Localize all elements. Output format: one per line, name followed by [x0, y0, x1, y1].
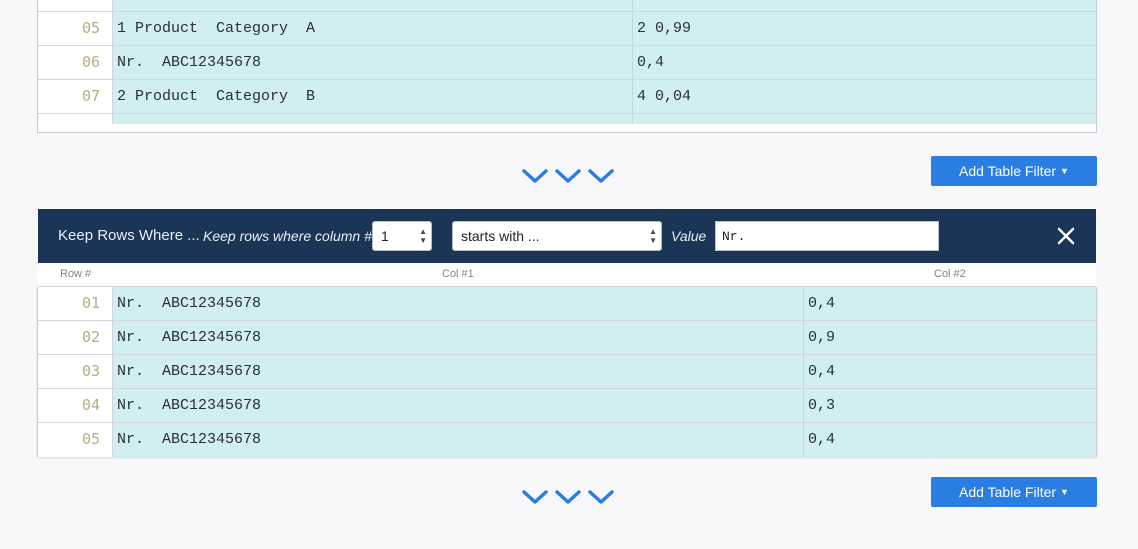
row-number: 06 — [38, 46, 113, 79]
updown-arrows-icon: ▲ ▼ — [419, 227, 427, 245]
add-table-filter-label: Add Table Filter — [959, 163, 1057, 179]
cell-col1[interactable]: Nr. ABC12345678 — [113, 389, 804, 422]
chevron-down-icon[interactable] — [553, 487, 583, 507]
header-col2[interactable]: Col #2 — [934, 268, 966, 280]
chevron-down-icon[interactable] — [586, 166, 616, 186]
row-number: 05 — [38, 423, 113, 457]
operator-select-value: starts with ... — [461, 228, 540, 244]
chevron-down-icon[interactable] — [586, 487, 616, 507]
row-number: 02 — [38, 321, 113, 354]
table-row: 02 Nr. ABC12345678 0,9 — [38, 321, 1096, 355]
cell-col1[interactable]: Nr. ABC12345678 — [113, 321, 804, 354]
cell-col1[interactable]: Nr. ABC12345678 — [113, 355, 804, 388]
expand-chevrons[interactable] — [520, 166, 616, 186]
row-number: 04 — [38, 389, 113, 422]
caret-down-icon: ▼ — [1060, 165, 1069, 176]
operator-select[interactable]: starts with ... ▲ ▼ — [452, 221, 662, 251]
row-number: 03 — [38, 355, 113, 388]
add-table-filter-button[interactable]: Add Table Filter ▼ — [931, 156, 1097, 186]
cell-col1[interactable]: Nr. ABC12345678 — [113, 46, 633, 79]
top-table: 05 1 Product Category A 2 0,99 06 Nr. AB… — [37, 0, 1097, 133]
cell-col2[interactable]: 0,3 — [804, 389, 1096, 422]
cell-col2[interactable]: 2 0,99 — [633, 12, 1096, 45]
column-select[interactable]: 1 ▲ ▼ — [372, 221, 432, 251]
add-table-filter-button[interactable]: Add Table Filter ▼ — [931, 477, 1097, 507]
cell-col2[interactable]: 0,9 — [804, 321, 1096, 354]
cell-col2[interactable]: 0,4 — [804, 423, 1096, 457]
table-row: 06 Nr. ABC12345678 0,4 — [38, 46, 1096, 80]
row-number: 01 — [38, 287, 113, 320]
updown-arrows-icon: ▲ ▼ — [649, 227, 657, 245]
header-row-number: Row # — [60, 268, 92, 280]
add-table-filter-label: Add Table Filter — [959, 484, 1057, 500]
cell-col1[interactable]: 2 Product Category B — [113, 80, 633, 113]
caret-down-icon: ▼ — [1060, 486, 1069, 497]
cell-col1[interactable]: 1 Product Category A — [113, 12, 633, 45]
cell-col1[interactable]: Nr. ABC12345678 — [113, 423, 804, 457]
cell-col2[interactable]: 4 0,04 — [633, 80, 1096, 113]
table-row: 04 Nr. ABC12345678 0,3 — [38, 389, 1096, 423]
filter-title: Keep Rows Where ... — [58, 227, 200, 244]
cell-col2[interactable]: 0,4 — [804, 287, 1096, 320]
chevron-down-icon[interactable] — [520, 487, 550, 507]
chevron-down-icon[interactable] — [553, 166, 583, 186]
cell-col2[interactable]: 0,4 — [804, 355, 1096, 388]
table-row: 01 Nr. ABC12345678 0,4 — [38, 287, 1096, 321]
result-table: 01 Nr. ABC12345678 0,4 02 Nr. ABC1234567… — [37, 287, 1097, 457]
header-col1[interactable]: Col #1 — [442, 268, 474, 280]
expand-chevrons[interactable] — [520, 487, 616, 507]
column-label: Keep rows where column # — [203, 228, 372, 244]
chevron-down-icon[interactable] — [520, 166, 550, 186]
cell-col2[interactable]: 0,4 — [633, 46, 1096, 79]
row-number: 07 — [38, 80, 113, 113]
table-row — [38, 0, 1096, 12]
table-row: 05 1 Product Category A 2 0,99 — [38, 12, 1096, 46]
table-row: 03 Nr. ABC12345678 0,4 — [38, 355, 1096, 389]
cell-col1[interactable]: Nr. ABC12345678 — [113, 287, 804, 320]
value-input[interactable] — [715, 221, 939, 251]
column-headers: Row # Col #1 Col #2 — [38, 263, 1096, 287]
table-row: 07 2 Product Category B 4 0,04 — [38, 80, 1096, 114]
table-row: 05 Nr. ABC12345678 0,4 — [38, 423, 1096, 457]
table-row-partial — [38, 114, 1096, 124]
value-label: Value — [671, 228, 707, 244]
row-number: 05 — [38, 12, 113, 45]
close-icon[interactable] — [1056, 226, 1076, 246]
filter-bar: Keep Rows Where ... Keep rows where colu… — [38, 209, 1096, 263]
column-select-value: 1 — [381, 228, 389, 244]
